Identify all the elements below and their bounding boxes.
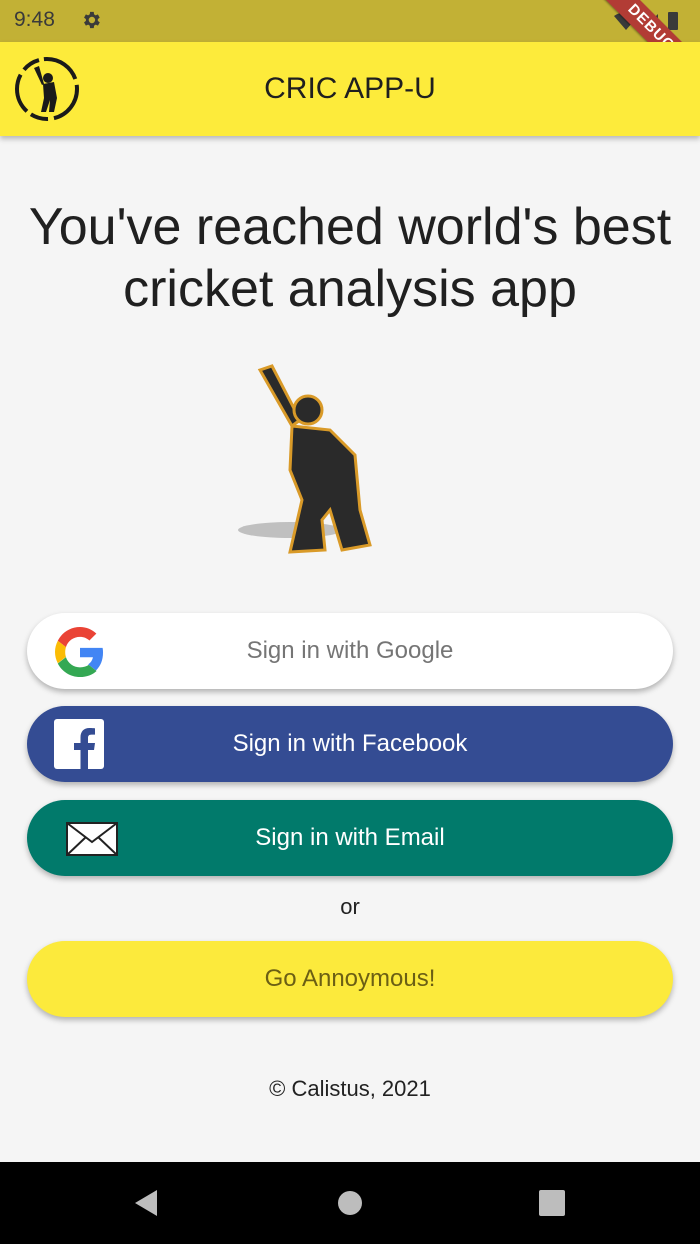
or-separator: or — [340, 894, 360, 919]
recents-icon[interactable] — [522, 1162, 582, 1244]
facebook-signin-button[interactable]: Sign in with Facebook — [27, 706, 673, 782]
anonymous-label: Go Annoymous! — [264, 965, 436, 992]
gear-icon — [84, 11, 100, 29]
battery-icon — [668, 12, 678, 30]
status-bar: 9:48 — [0, 0, 700, 42]
navigation-bar — [0, 1162, 700, 1244]
copyright-text: © Calistus, 2021 — [269, 1076, 431, 1101]
facebook-signin-label: Sign in with Facebook — [232, 730, 468, 757]
google-signin-button[interactable]: Sign in with Google — [27, 613, 673, 689]
email-signin-label: Sign in with Email — [255, 824, 445, 851]
google-signin-label: Sign in with Google — [246, 637, 454, 664]
anonymous-button[interactable]: Go Annoymous! — [27, 941, 673, 1017]
app-bar: CRIC APP-U — [0, 42, 700, 136]
batsman-image — [238, 364, 372, 554]
status-time: 9:48 — [14, 8, 55, 31]
app-title: CRIC APP-U — [264, 72, 436, 105]
email-signin-button[interactable]: Sign in with Email — [27, 800, 673, 876]
hero-title: You've reached world's best cricket anal… — [28, 198, 672, 318]
home-icon[interactable] — [320, 1162, 380, 1244]
back-icon[interactable] — [117, 1162, 177, 1244]
